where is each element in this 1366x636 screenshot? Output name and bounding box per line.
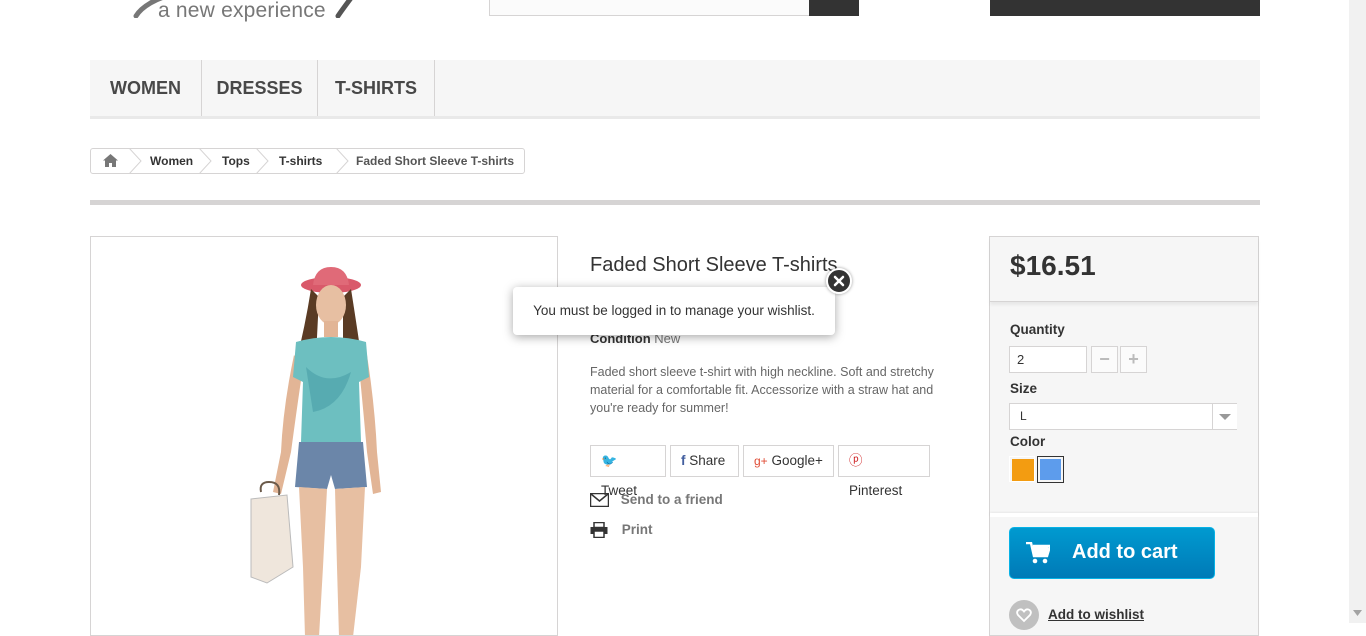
size-dropdown-toggle[interactable] (1212, 404, 1237, 429)
quantity-input[interactable]: 2 (1009, 346, 1087, 373)
home-icon[interactable] (103, 154, 118, 167)
google-plus-button[interactable]: g+ Google+ (743, 445, 834, 477)
breadcrumb: Women Tops T-shirts Faded Short Sleeve T… (90, 148, 525, 174)
logo-tagline[interactable]: a new experience (158, 0, 326, 23)
breadcrumb-separator (256, 148, 269, 174)
google-plus-icon: g+ (754, 454, 768, 468)
color-swatch-blue[interactable] (1037, 456, 1064, 483)
printer-icon (590, 522, 608, 539)
share-button[interactable]: f Share (670, 445, 739, 477)
close-icon (833, 275, 845, 287)
popup-message: You must be logged in to manage your wis… (533, 303, 815, 318)
search-input[interactable] (489, 0, 811, 16)
product-price: $16.51 (1010, 250, 1096, 281)
size-select[interactable]: L (1009, 403, 1237, 430)
size-label: Size (1010, 381, 1038, 396)
google-plus-label: Google+ (771, 453, 823, 468)
minus-icon: − (1099, 349, 1110, 369)
search-button[interactable] (809, 0, 859, 16)
breadcrumb-separator (336, 148, 349, 174)
quantity-increase-button[interactable]: + (1120, 346, 1147, 373)
tweet-button[interactable]: 🐦 Tweet (590, 445, 666, 498)
print-label: Print (621, 522, 653, 537)
product-title: Faded Short Sleeve T-shirts (590, 254, 838, 276)
breadcrumb-current: Faded Short Sleeve T-shirts (356, 154, 515, 168)
quantity-decrease-button[interactable]: − (1091, 346, 1118, 373)
product-photo-model (250, 267, 381, 635)
top-menu: WOMEN DRESSES T-SHIRTS (90, 60, 1260, 119)
pinterest-label: Pinterest (849, 483, 903, 498)
color-swatch-orange-fill (1012, 459, 1034, 481)
pinterest-button[interactable]: ⓟ Pinterest (838, 445, 930, 498)
pinterest-icon: ⓟ (849, 453, 863, 468)
menu-item-tshirts[interactable]: T-SHIRTS (318, 60, 435, 116)
add-to-cart-button[interactable]: Add to cart (1009, 527, 1215, 579)
print-link[interactable]: Print (590, 522, 653, 539)
add-to-wishlist-link[interactable]: Add to wishlist (1048, 607, 1144, 622)
scroll-down-arrow-icon[interactable] (1353, 610, 1362, 616)
divider (90, 200, 1260, 205)
color-swatch-orange[interactable] (1009, 456, 1035, 482)
color-swatch-blue-fill (1040, 459, 1061, 480)
breadcrumb-item-tshirts[interactable]: T-shirts (279, 149, 322, 173)
send-to-friend-link[interactable]: Send to a friend (589, 492, 723, 508)
heart-shape (1016, 608, 1032, 623)
add-to-cart-label: Add to cart (1072, 541, 1178, 563)
plus-icon: + (1128, 349, 1139, 369)
color-label: Color (1010, 434, 1046, 449)
buy-box-separator (990, 513, 1258, 517)
menu-item-women[interactable]: WOMEN (90, 60, 202, 116)
quantity-label: Quantity (1010, 322, 1065, 337)
breadcrumb-item-tops[interactable]: Tops (222, 149, 250, 173)
breadcrumb-item-women[interactable]: Women (150, 149, 193, 173)
breadcrumb-separator (129, 148, 142, 174)
wishlist-login-popup: You must be logged in to manage your wis… (513, 287, 835, 335)
send-to-friend-label: Send to a friend (620, 492, 723, 507)
chevron-down-icon (1219, 414, 1231, 420)
shopping-cart-bar[interactable] (990, 0, 1260, 16)
page-scrollbar[interactable] (1349, 0, 1366, 623)
breadcrumb-separator (199, 148, 212, 174)
share-label: Share (689, 453, 726, 468)
facebook-icon: f (681, 453, 686, 468)
shopping-cart-icon (1026, 542, 1050, 564)
heart-icon[interactable] (1009, 600, 1039, 630)
product-image[interactable] (90, 236, 558, 636)
envelope-icon (589, 493, 610, 508)
menu-item-dresses[interactable]: DRESSES (202, 60, 318, 116)
twitter-icon: 🐦 (601, 453, 618, 468)
popup-close-button[interactable] (826, 268, 852, 294)
product-description: Faded short sleeve t-shirt with high nec… (590, 365, 934, 415)
